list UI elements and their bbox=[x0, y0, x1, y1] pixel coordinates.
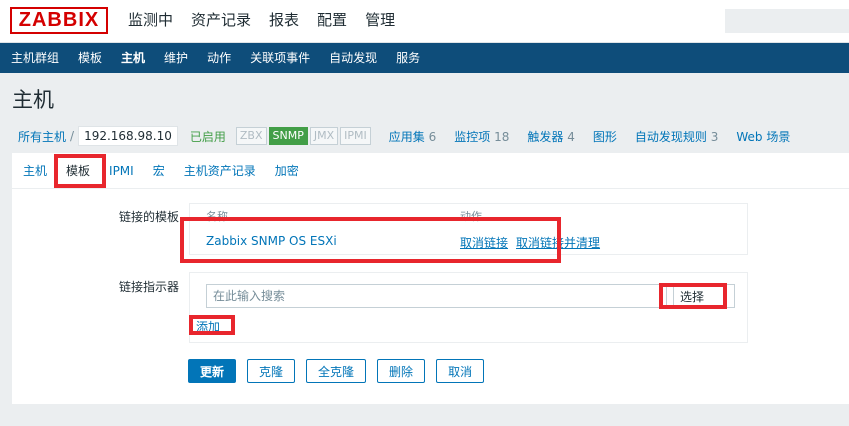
nav-applications-label: 应用集 bbox=[388, 129, 425, 144]
nav-items[interactable]: 监控项 18 bbox=[454, 128, 509, 145]
availability-ipmi-badge: IPMI bbox=[340, 127, 371, 145]
clone-button[interactable]: 克隆 bbox=[247, 359, 296, 383]
host-navigation: 所有主机 / 192.168.98.10 已启用 ZBX SNMP JMX IP… bbox=[0, 122, 849, 150]
template-link[interactable]: Zabbix SNMP OS ESXi bbox=[206, 234, 337, 248]
page-title: 主机 bbox=[12, 88, 54, 112]
nav-applications[interactable]: 应用集 6 bbox=[389, 128, 436, 145]
nav-applications-count: 6 bbox=[428, 129, 437, 144]
tab-macros[interactable]: 宏 bbox=[153, 162, 165, 179]
nav-web-scenarios[interactable]: Web 场景 bbox=[736, 128, 790, 145]
availability-jmx-badge: JMX bbox=[309, 127, 339, 145]
menu-administration[interactable]: 管理 bbox=[365, 10, 395, 30]
availability-zbx-badge: ZBX bbox=[235, 127, 267, 145]
nav-triggers-count: 4 bbox=[567, 129, 575, 144]
menu-monitoring[interactable]: 监测中 bbox=[128, 10, 173, 30]
menu-reports[interactable]: 报表 bbox=[269, 10, 299, 30]
nav-graphs-label: 图形 bbox=[592, 129, 617, 144]
availability-badges: ZBX SNMP JMX IPMI bbox=[235, 127, 373, 145]
column-action-header: 动作 bbox=[460, 210, 482, 223]
tab-encryption[interactable]: 加密 bbox=[275, 162, 299, 179]
breadcrumb-separator: / bbox=[70, 129, 75, 143]
submenu-hosts[interactable]: 主机 bbox=[121, 43, 145, 73]
nav-triggers[interactable]: 触发器 4 bbox=[527, 128, 574, 145]
submenu-templates[interactable]: 模板 bbox=[78, 43, 102, 73]
link-new-templates-box: 选择 添加 bbox=[189, 272, 748, 343]
tab-ipmi[interactable]: IPMI bbox=[109, 164, 134, 178]
form-tabs: 主机 模板 IPMI 宏 主机资产记录 加密 bbox=[12, 153, 849, 189]
link-new-templates-label: 链接指示器 bbox=[118, 280, 179, 294]
delete-button[interactable]: 删除 bbox=[377, 359, 426, 383]
templates-form: 链接的模板 名称 动作 Zabbix SNMP OS ESXi 取消链接 取消链… bbox=[12, 189, 849, 404]
linked-templates-label: 链接的模板 bbox=[118, 210, 179, 224]
nav-discovery-rules[interactable]: 自动发现规则 3 bbox=[635, 128, 718, 145]
linked-templates-table: 名称 动作 Zabbix SNMP OS ESXi 取消链接 取消链接并清理 bbox=[189, 203, 748, 255]
submenu-maintenance[interactable]: 维护 bbox=[164, 43, 188, 73]
nav-discovery-rules-label: 自动发现规则 bbox=[634, 129, 707, 144]
column-name-header: 名称 bbox=[206, 210, 228, 223]
full-clone-button[interactable]: 全克隆 bbox=[306, 359, 367, 383]
submenu-actions[interactable]: 动作 bbox=[207, 43, 231, 73]
add-link[interactable]: 添加 bbox=[196, 318, 220, 335]
tab-templates[interactable]: 模板 bbox=[66, 162, 90, 179]
select-button[interactable]: 选择 bbox=[673, 284, 735, 308]
availability-snmp-badge: SNMP bbox=[268, 127, 308, 145]
submenu-discovery[interactable]: 自动发现 bbox=[329, 43, 377, 73]
form-buttons: 更新 克隆 全克隆 删除 取消 bbox=[188, 359, 495, 383]
submenu-host-groups[interactable]: 主机群组 bbox=[11, 43, 59, 73]
nav-web-scenarios-label: Web 场景 bbox=[736, 129, 791, 144]
global-search-input[interactable] bbox=[725, 9, 849, 33]
nav-discovery-rules-count: 3 bbox=[710, 129, 719, 144]
nav-triggers-label: 触发器 bbox=[527, 129, 564, 144]
tab-host[interactable]: 主机 bbox=[23, 162, 47, 179]
tab-inventory[interactable]: 主机资产记录 bbox=[184, 162, 256, 179]
submenu-services[interactable]: 服务 bbox=[396, 43, 420, 73]
sub-menu: 主机群组 模板 主机 维护 动作 关联项事件 自动发现 服务 bbox=[0, 43, 849, 73]
nav-graphs[interactable]: 图形 bbox=[593, 128, 617, 145]
nav-items-count: 18 bbox=[494, 129, 510, 144]
cancel-button[interactable]: 取消 bbox=[436, 359, 485, 383]
zabbix-logo[interactable]: ZABBIX bbox=[10, 7, 108, 34]
submenu-event-correlation[interactable]: 关联项事件 bbox=[250, 43, 310, 73]
nav-items-label: 监控项 bbox=[454, 129, 491, 144]
template-search-input[interactable] bbox=[206, 284, 667, 308]
host-status[interactable]: 已启用 bbox=[190, 128, 226, 145]
unlink-button[interactable]: 取消链接 bbox=[460, 234, 508, 251]
top-bar: ZABBIX 监测中 资产记录 报表 配置 管理 bbox=[0, 0, 849, 43]
update-button[interactable]: 更新 bbox=[188, 359, 237, 383]
top-menu: 监测中 资产记录 报表 配置 管理 bbox=[128, 10, 413, 30]
menu-inventory[interactable]: 资产记录 bbox=[191, 10, 251, 30]
unlink-and-clear-button[interactable]: 取消链接并清理 bbox=[516, 234, 600, 251]
page-footer-area bbox=[0, 404, 849, 426]
menu-configuration[interactable]: 配置 bbox=[317, 10, 347, 30]
breadcrumb-all-hosts[interactable]: 所有主机 bbox=[18, 128, 66, 145]
breadcrumb-host-name: 192.168.98.10 bbox=[78, 126, 178, 146]
